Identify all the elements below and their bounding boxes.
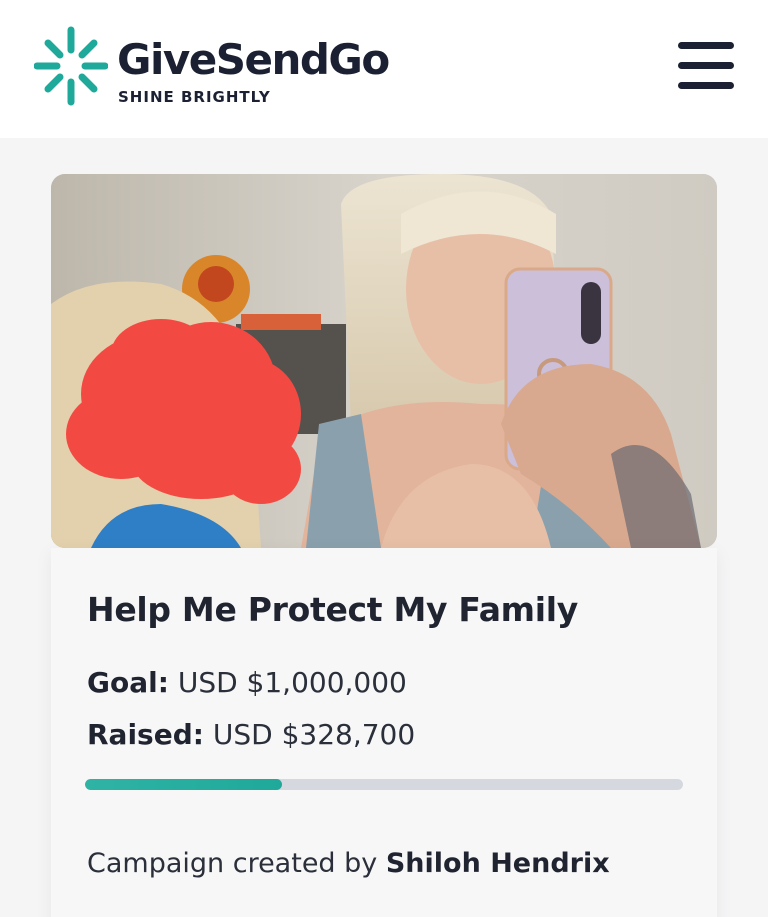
goal-label: Goal: [87,666,169,699]
goal-value: USD $1,000,000 [177,666,407,699]
creator-name[interactable]: Shiloh Hendrix [386,848,610,879]
brand-tagline: SHINE BRIGHTLY [118,88,271,106]
campaign-title[interactable]: Help Me Protect My Family [87,590,578,629]
site-header: GiveSendGo SHINE BRIGHTLY [0,0,768,138]
campaign-image [51,174,717,548]
raised-value: USD $328,700 [212,718,416,751]
raised-label: Raised: [87,718,204,751]
raised-row: Raised: USD $328,700 [87,718,415,751]
campaign-creator: Campaign created by Shiloh Hendrix [87,848,610,879]
brand-name[interactable]: GiveSendGo [117,34,390,86]
creator-prefix: Campaign created by [87,848,378,879]
hamburger-menu-icon[interactable] [676,40,736,92]
starburst-logo-icon[interactable] [34,26,108,106]
funding-progress-bar [85,779,683,790]
campaign-card: Help Me Protect My Family Goal: USD $1,0… [51,548,717,917]
funding-progress-fill [85,779,282,790]
goal-row: Goal: USD $1,000,000 [87,666,407,699]
